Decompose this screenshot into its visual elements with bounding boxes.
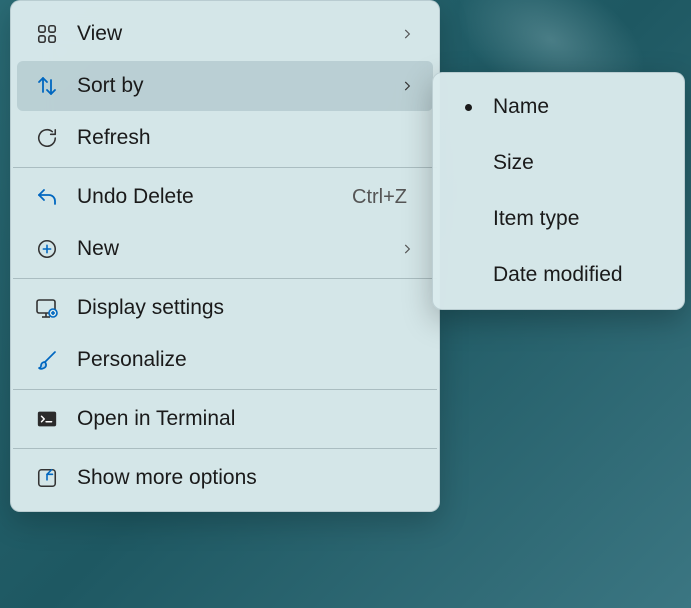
terminal-icon	[33, 405, 61, 433]
submenu-item-item-type[interactable]: Item type	[439, 191, 678, 247]
menu-item-display-settings[interactable]: Display settings	[17, 283, 433, 333]
menu-separator	[13, 448, 437, 449]
display-settings-icon	[33, 294, 61, 322]
menu-label: Refresh	[77, 126, 417, 150]
menu-item-personalize[interactable]: Personalize	[17, 335, 433, 385]
menu-label: Open in Terminal	[77, 407, 417, 431]
refresh-icon	[33, 124, 61, 152]
sort-by-submenu: Name Size Item type Date modified	[432, 72, 685, 310]
menu-separator	[13, 167, 437, 168]
menu-item-view[interactable]: View	[17, 9, 433, 59]
radio-indicator	[457, 104, 479, 111]
plus-circle-icon	[33, 235, 61, 263]
shortcut-text: Ctrl+Z	[352, 186, 407, 209]
submenu-label: Date modified	[493, 263, 623, 287]
submenu-label: Size	[493, 151, 534, 175]
menu-label: Sort by	[77, 74, 397, 98]
chevron-right-icon	[397, 27, 417, 41]
submenu-label: Name	[493, 95, 549, 119]
menu-item-new[interactable]: New	[17, 224, 433, 274]
paintbrush-icon	[33, 346, 61, 374]
menu-separator	[13, 389, 437, 390]
menu-item-sort-by[interactable]: Sort by	[17, 61, 433, 111]
undo-icon	[33, 183, 61, 211]
expand-icon	[33, 464, 61, 492]
menu-item-undo-delete[interactable]: Undo Delete Ctrl+Z	[17, 172, 433, 222]
menu-separator	[13, 278, 437, 279]
submenu-item-size[interactable]: Size	[439, 135, 678, 191]
chevron-right-icon	[397, 79, 417, 93]
chevron-right-icon	[397, 242, 417, 256]
view-grid-icon	[33, 20, 61, 48]
menu-label: New	[77, 237, 397, 261]
menu-label: Show more options	[77, 466, 417, 490]
menu-item-refresh[interactable]: Refresh	[17, 113, 433, 163]
menu-label: Undo Delete	[77, 185, 352, 209]
menu-item-open-in-terminal[interactable]: Open in Terminal	[17, 394, 433, 444]
submenu-item-date-modified[interactable]: Date modified	[439, 247, 678, 303]
menu-label: Display settings	[77, 296, 417, 320]
desktop-context-menu: View Sort by Refresh	[10, 0, 440, 512]
submenu-label: Item type	[493, 207, 579, 231]
menu-label: View	[77, 22, 397, 46]
sort-icon	[33, 72, 61, 100]
submenu-item-name[interactable]: Name	[439, 79, 678, 135]
menu-label: Personalize	[77, 348, 417, 372]
menu-item-show-more-options[interactable]: Show more options	[17, 453, 433, 503]
